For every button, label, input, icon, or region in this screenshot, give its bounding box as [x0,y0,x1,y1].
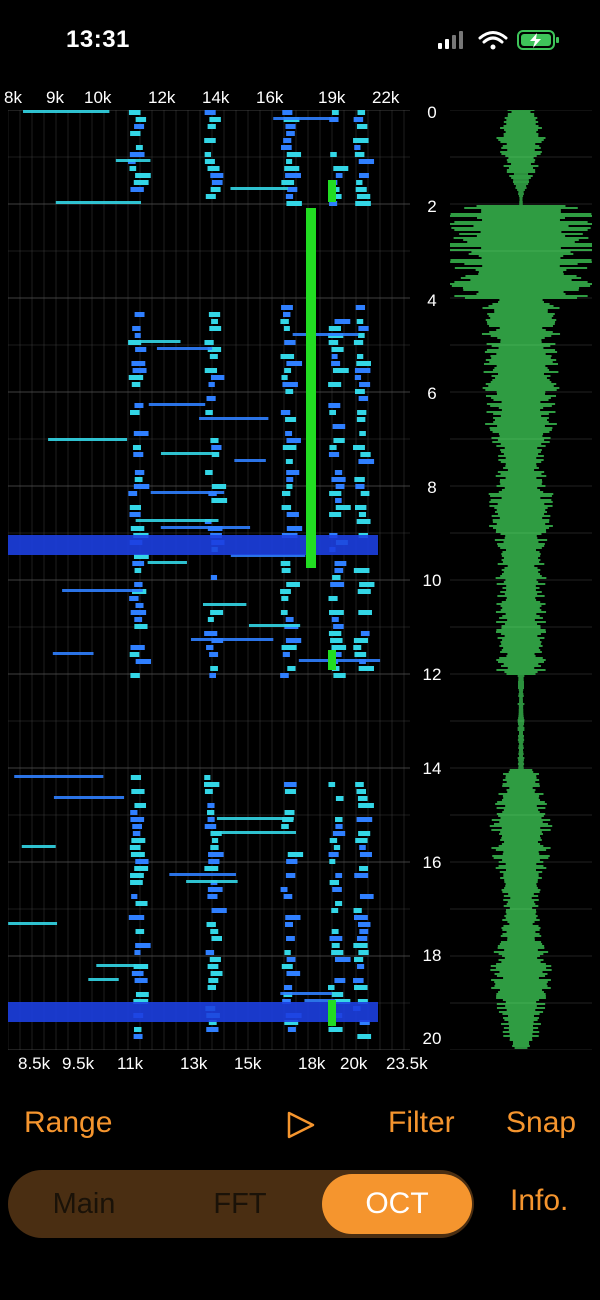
freq-tick-bottom: 8.5k [18,1054,51,1073]
freq-tick-bottom: 23.5k [386,1054,428,1073]
waveform-canvas [450,110,592,1050]
spectrogram-display[interactable] [8,110,410,1050]
time-tick: 4 [427,291,437,310]
tab-oct[interactable]: OCT [322,1174,472,1234]
battery-charging-icon [517,30,559,50]
freq-tick-top: 14k [202,88,230,107]
tab-main[interactable]: Main [24,1170,144,1238]
freq-tick-bottom: 18k [298,1054,326,1073]
info-button[interactable]: Info. [510,1184,568,1218]
freq-tick-top: 16k [256,88,284,107]
freq-tick-top: 10k [84,88,112,107]
time-tick: 8 [427,478,437,497]
play-button[interactable] [284,1108,318,1142]
freq-tick-bottom: 13k [180,1054,208,1073]
cellular-signal-icon [438,31,463,49]
spectrogram-canvas [8,110,410,1050]
time-tick: 6 [427,384,437,403]
status-icons [438,28,568,54]
time-tick: 2 [427,197,437,216]
freq-tick-top: 19k [318,88,346,107]
clock: 13:31 [66,26,130,53]
freq-tick-top: 22k [372,88,400,107]
freq-tick-bottom: 9.5k [62,1054,95,1073]
freq-tick-bottom: 15k [234,1054,262,1073]
time-tick: 16 [422,853,442,872]
time-tick: 10 [422,571,442,590]
freq-tick-top: 12k [148,88,176,107]
wifi-icon [478,31,508,50]
time-tick: 0 [427,103,437,122]
time-tick: 20 [422,1029,442,1048]
filter-button[interactable]: Filter [388,1106,455,1140]
time-tick: 14 [422,759,442,778]
tab-fft[interactable]: FFT [180,1170,300,1238]
status-bar: 13:31 [0,0,600,80]
freq-tick-bottom: 20k [340,1054,368,1073]
freq-tick-bottom: 11k [117,1054,144,1073]
tab-oct-label: OCT [365,1187,429,1220]
time-tick: 12 [422,665,442,684]
time-tick: 18 [422,946,442,965]
range-button[interactable]: Range [24,1106,112,1140]
play-icon [287,1111,315,1139]
snap-button[interactable]: Snap [506,1106,576,1140]
waveform-display[interactable] [450,110,592,1050]
freq-tick-top: 9k [46,88,64,107]
view-mode-segmented-control: Main FFT OCT [8,1170,474,1238]
freq-tick-top: 8k [4,88,22,107]
